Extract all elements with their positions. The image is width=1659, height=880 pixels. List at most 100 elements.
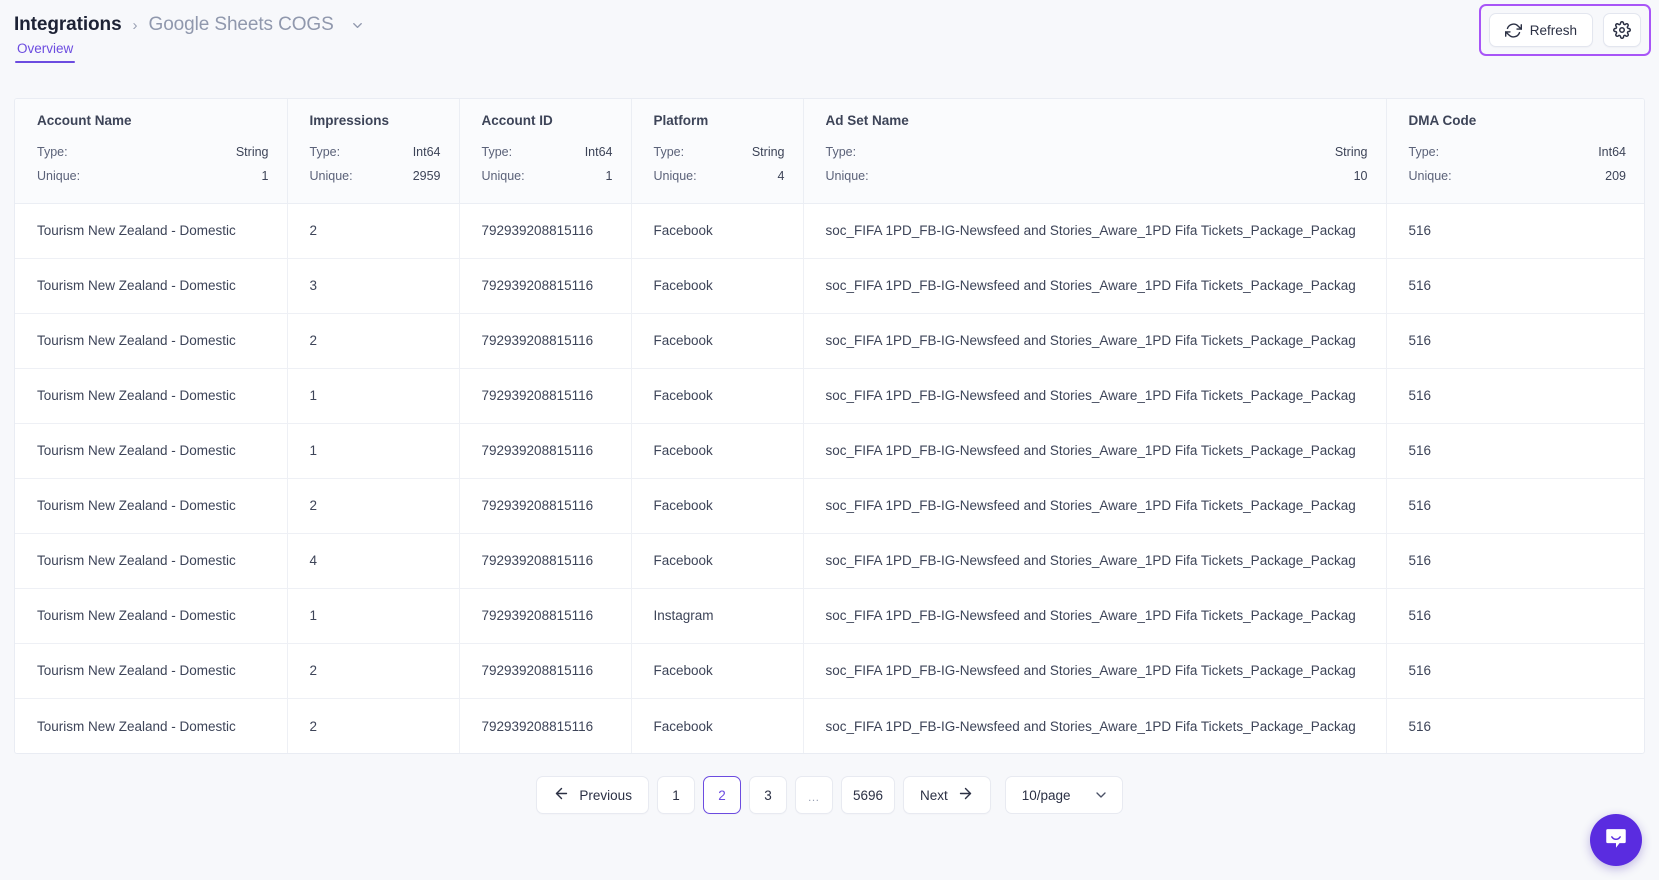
cell-ad-set-name: soc_FIFA 1PD_FB-IG-Newsfeed and Stories_… bbox=[803, 533, 1387, 589]
column-unique-row: Unique: 209 bbox=[1409, 164, 1627, 188]
cell-platform: Facebook bbox=[631, 533, 804, 589]
type-value: String bbox=[235, 145, 269, 159]
tab-overview[interactable]: Overview bbox=[15, 41, 76, 63]
cell-account-name: Tourism New Zealand - Domestic bbox=[15, 588, 288, 644]
unique-label: Unique: bbox=[309, 169, 353, 184]
table-row[interactable]: Tourism New Zealand - Domestic 2 792939208… bbox=[15, 313, 1644, 369]
column-unique-row: Unique: 10 bbox=[826, 164, 1368, 188]
page-header: Integrations › Google Sheets COGS Overvi… bbox=[0, 0, 1659, 82]
breadcrumb-current[interactable]: Google Sheets COGS bbox=[149, 14, 334, 36]
type-value: Int64 bbox=[1598, 145, 1626, 159]
cell-dma-code: 516 bbox=[1386, 533, 1644, 589]
cell-dma-code: 516 bbox=[1386, 478, 1644, 534]
cell-account-name: Tourism New Zealand - Domestic bbox=[15, 368, 288, 424]
chevron-down-icon bbox=[1093, 787, 1109, 803]
table-row[interactable]: Tourism New Zealand - Domestic 1 792939208… bbox=[15, 423, 1644, 479]
column-header-impressions[interactable]: Impressions Type: Int64 Unique: 2959 bbox=[287, 99, 460, 204]
arrow-right-icon bbox=[957, 785, 974, 805]
refresh-button[interactable]: Refresh bbox=[1488, 13, 1593, 47]
table-row[interactable]: Tourism New Zealand - Domestic 2 792939208… bbox=[15, 203, 1644, 259]
pagination-next-button[interactable]: Next bbox=[903, 776, 991, 815]
table-head: Account Name Type: String Unique: 1 Impr… bbox=[15, 99, 1644, 204]
breadcrumb-root[interactable]: Integrations bbox=[14, 14, 122, 36]
data-table: Account Name Type: String Unique: 1 Impr… bbox=[15, 99, 1644, 754]
cell-account-id: 792939208815116 bbox=[459, 313, 632, 369]
column-header-platform[interactable]: Platform Type: String Unique: 4 bbox=[631, 99, 804, 204]
cell-account-name: Tourism New Zealand - Domestic bbox=[15, 643, 288, 699]
column-title: Ad Set Name bbox=[825, 113, 909, 128]
column-title: Impressions bbox=[309, 113, 390, 128]
pagination-ellipsis: … bbox=[794, 776, 833, 815]
page-size-select[interactable]: 10/page bbox=[1004, 776, 1123, 815]
column-header-dma-code[interactable]: DMA Code Type: Int64 Unique: 209 bbox=[1386, 99, 1644, 204]
cell-platform: Facebook bbox=[631, 203, 804, 259]
type-label: Type: bbox=[1408, 145, 1440, 159]
cell-ad-set-name: soc_FIFA 1PD_FB-IG-Newsfeed and Stories_… bbox=[803, 588, 1387, 644]
table-row[interactable]: Tourism New Zealand - Domestic 2 792939208… bbox=[15, 478, 1644, 534]
cell-dma-code: 516 bbox=[1386, 588, 1644, 644]
unique-label: Unique: bbox=[1408, 169, 1452, 184]
cell-impressions: 2 bbox=[287, 698, 460, 754]
type-value: String bbox=[751, 145, 785, 159]
table-row[interactable]: Tourism New Zealand - Domestic 2 792939208… bbox=[15, 698, 1644, 754]
cell-ad-set-name: soc_FIFA 1PD_FB-IG-Newsfeed and Stories_… bbox=[803, 258, 1387, 314]
unique-value: 10 bbox=[1353, 169, 1368, 184]
column-header-account-name[interactable]: Account Name Type: String Unique: 1 bbox=[15, 99, 288, 204]
cell-ad-set-name: soc_FIFA 1PD_FB-IG-Newsfeed and Stories_… bbox=[803, 478, 1387, 534]
column-unique-row: Unique: 1 bbox=[482, 164, 613, 188]
cell-account-id: 792939208815116 bbox=[459, 588, 632, 644]
pagination-page-2[interactable]: 2 bbox=[702, 776, 741, 815]
table-row[interactable]: Tourism New Zealand - Domestic 2 792939208… bbox=[15, 643, 1644, 699]
type-label: Type: bbox=[309, 145, 341, 159]
tab-overview-label: Overview bbox=[17, 41, 74, 56]
cell-dma-code: 516 bbox=[1386, 258, 1644, 314]
cell-account-name: Tourism New Zealand - Domestic bbox=[15, 203, 288, 259]
column-header-account-id[interactable]: Account ID Type: Int64 Unique: 1 bbox=[459, 99, 632, 204]
table-row[interactable]: Tourism New Zealand - Domestic 1 792939208… bbox=[15, 588, 1644, 644]
cell-account-name: Tourism New Zealand - Domestic bbox=[15, 533, 288, 589]
unique-label: Unique: bbox=[481, 169, 525, 184]
cell-account-name: Tourism New Zealand - Domestic bbox=[15, 258, 288, 314]
column-title: DMA Code bbox=[1408, 113, 1477, 128]
unique-label: Unique: bbox=[37, 169, 81, 184]
table-row[interactable]: Tourism New Zealand - Domestic 1 792939208… bbox=[15, 368, 1644, 424]
pagination-page-1[interactable]: 1 bbox=[656, 776, 695, 815]
breadcrumb: Integrations › Google Sheets COGS bbox=[14, 0, 1645, 35]
column-header-ad-set-name[interactable]: Ad Set Name Type: String Unique: 10 bbox=[803, 99, 1387, 204]
cell-account-id: 792939208815116 bbox=[459, 258, 632, 314]
cell-dma-code: 516 bbox=[1386, 423, 1644, 479]
pagination: Previous 1 2 3… 5696 Next 10/page bbox=[0, 754, 1659, 815]
table-row[interactable]: Tourism New Zealand - Domestic 3 792939208… bbox=[15, 258, 1644, 314]
data-table-card: Account Name Type: String Unique: 1 Impr… bbox=[14, 98, 1645, 755]
cell-platform: Facebook bbox=[631, 698, 804, 754]
table-row[interactable]: Tourism New Zealand - Domestic 4 792939208… bbox=[15, 533, 1644, 589]
type-label: Type: bbox=[825, 145, 857, 159]
column-type-row: Type: Int64 bbox=[482, 140, 613, 164]
cell-impressions: 4 bbox=[287, 533, 460, 589]
cell-account-name: Tourism New Zealand - Domestic bbox=[15, 423, 288, 479]
column-type-row: Type: String bbox=[826, 140, 1368, 164]
cell-impressions: 2 bbox=[287, 478, 460, 534]
chevron-down-icon[interactable] bbox=[350, 18, 365, 33]
cell-account-id: 792939208815116 bbox=[459, 698, 632, 754]
pagination-next-label: Next bbox=[920, 787, 948, 803]
cell-ad-set-name: soc_FIFA 1PD_FB-IG-Newsfeed and Stories_… bbox=[803, 368, 1387, 424]
pagination-page-5696[interactable]: 5696 bbox=[840, 776, 895, 815]
pagination-previous-button[interactable]: Previous bbox=[536, 776, 649, 815]
cell-platform: Facebook bbox=[631, 258, 804, 314]
pagination-previous-label: Previous bbox=[579, 787, 632, 803]
breadcrumb-separator-icon: › bbox=[132, 17, 138, 34]
refresh-button-label: Refresh bbox=[1529, 22, 1577, 38]
unique-label: Unique: bbox=[825, 169, 869, 184]
settings-button[interactable] bbox=[1603, 13, 1641, 47]
cell-account-id: 792939208815116 bbox=[459, 368, 632, 424]
column-type-row: Type: Int64 bbox=[1409, 140, 1627, 164]
type-label: Type: bbox=[37, 145, 68, 159]
chat-launcher-button[interactable] bbox=[1590, 814, 1642, 866]
cell-dma-code: 516 bbox=[1386, 368, 1644, 424]
unique-label: Unique: bbox=[653, 169, 697, 184]
pagination-page-3[interactable]: 3 bbox=[748, 776, 787, 815]
cell-account-id: 792939208815116 bbox=[459, 423, 632, 479]
cell-platform: Facebook bbox=[631, 643, 804, 699]
type-value: Int64 bbox=[584, 145, 613, 159]
